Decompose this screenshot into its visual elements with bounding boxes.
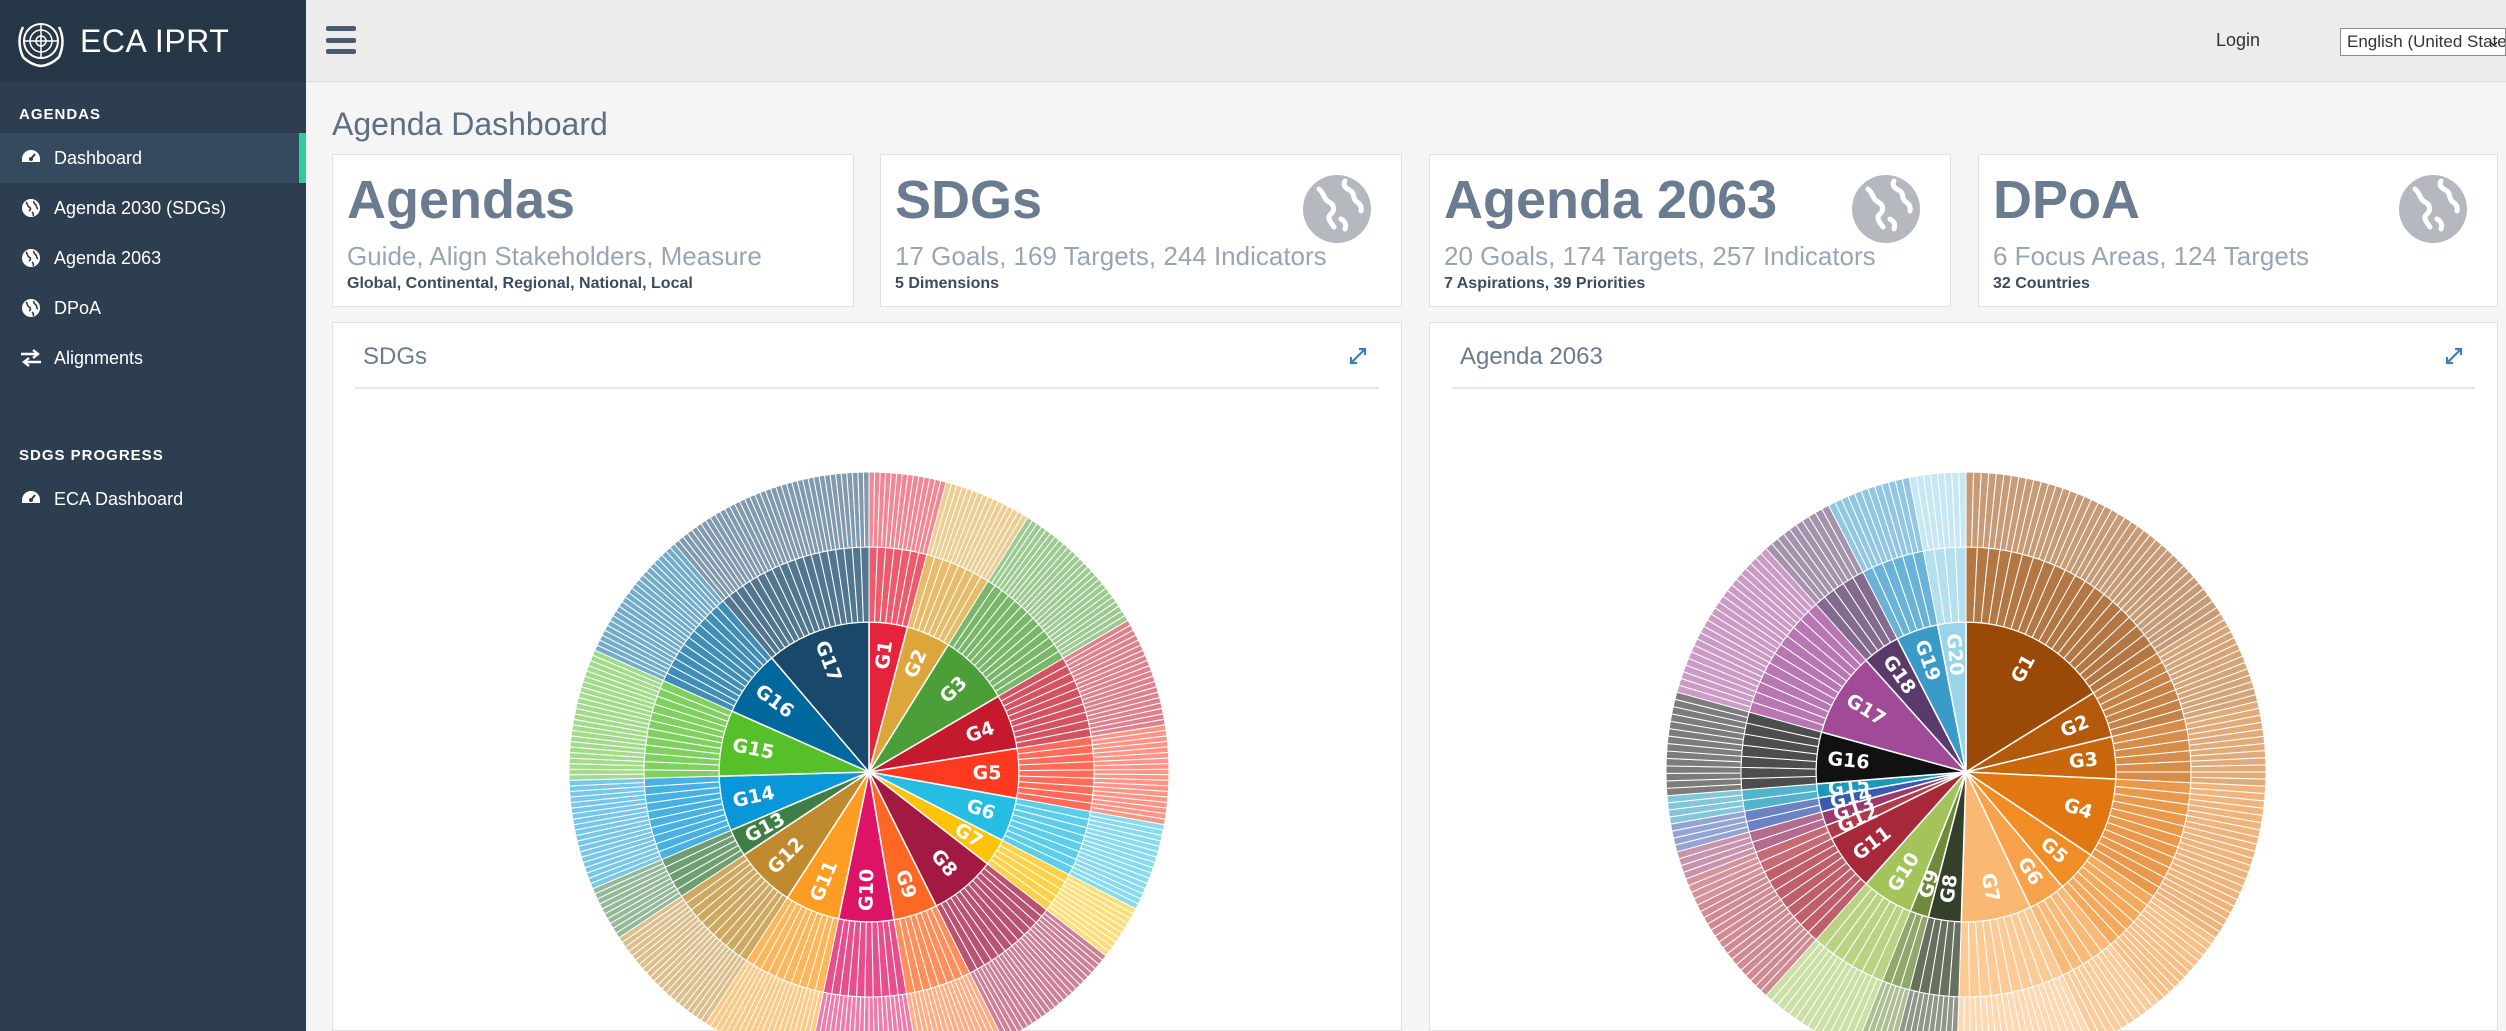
brand-name: ECA IPRT (80, 22, 230, 59)
sidebar-item-label: ECA Dashboard (54, 488, 184, 509)
sidebar-item-label: Alignments (54, 347, 144, 368)
sidebar-item-alignments[interactable]: Alignments (0, 333, 306, 383)
indicator-slice-g17[interactable] (862, 471, 870, 548)
goal-label-g20: G20 (1942, 633, 1968, 677)
sidebar-item-label: Dashboard (54, 147, 143, 168)
expand-icon[interactable] (1347, 345, 1369, 367)
card-subtitle: 17 Goals, 169 Targets, 244 Indicators (895, 241, 1327, 271)
card-subtitle: 20 Goals, 174 Targets, 257 Indicators (1444, 241, 1876, 271)
panel-title: SDGs (363, 343, 428, 370)
sidebar-item-label: DPoA (54, 297, 102, 318)
globe-icon (18, 295, 44, 321)
agenda-2063-sunburst-chart: G1 G2 G3 G4 G5 G6 G7 G8 G9 G10 G11 G12 G13 G14 G15 G16 G… (1430, 389, 2497, 1031)
sdgs-sunburst-svg: G1 G2G3G4G5G6G7G8G9G10G11G12G13G14G15G16G… (568, 471, 1170, 1031)
sidebar-item-dpoa[interactable]: DPoA (0, 283, 306, 333)
globe-icon (2397, 173, 2469, 245)
card-title: SDGs (895, 170, 1043, 230)
indicator-slice-g20[interactable] (1958, 471, 1967, 548)
sidebar-item-label: Agenda 2030 (SDGs) (54, 197, 227, 218)
dashboard-icon (18, 486, 44, 512)
indicator-slice-g3[interactable] (2190, 764, 2267, 773)
card-sdgs[interactable]: SDGs 17 Goals, 169 Targets, 244 Indicato… (880, 154, 1402, 307)
globe-icon (1301, 173, 1373, 245)
card-agenda-2063[interactable]: Agenda 2063 20 Goals, 174 Targets, 257 I… (1429, 154, 1951, 307)
menu-toggle-icon[interactable] (326, 26, 356, 54)
globe-icon (18, 195, 44, 221)
sidebar: ECA IPRT AGENDAS Dashboard Agenda 2030 (… (0, 0, 306, 1031)
panel-agenda-2063: Agenda 2063 G1 G2 G3 G4 G5 G6 G7 G8 G9 G10 G11 G12 G… (1429, 322, 2498, 1031)
card-detail: 7 Aspirations, 39 Priorities (1444, 275, 1646, 292)
card-title: Agendas (347, 170, 576, 230)
globe-icon (18, 245, 44, 271)
app-root: ECA IPRT AGENDAS Dashboard Agenda 2030 (… (0, 0, 2506, 1031)
un-emblem-icon (12, 12, 70, 70)
goal-label-g3: G3 (2068, 748, 2099, 773)
dashboard-icon (18, 145, 44, 171)
panel-title: Agenda 2063 (1460, 343, 1603, 370)
nav-section-agendas: AGENDAS (19, 106, 102, 123)
panel-header: Agenda 2063 (1452, 323, 2475, 389)
sidebar-item-dashboard[interactable]: Dashboard (0, 133, 306, 183)
sidebar-item-agenda-2030[interactable]: Agenda 2030 (SDGs) (0, 183, 306, 233)
card-subtitle: Guide, Align Stakeholders, Measure (347, 241, 762, 271)
agenda-2063-sunburst-svg: G1G2G3G4G5G6G7G8G9G10G11G12G13G14G15G16G… (1665, 471, 2267, 1031)
sidebar-item-agenda-2063[interactable]: Agenda 2063 (0, 233, 306, 283)
globe-icon (1850, 173, 1922, 245)
goal-label-g16: G16 (1827, 748, 1871, 774)
card-detail: 5 Dimensions (895, 275, 1000, 292)
language-select-value: English (United States) (2347, 32, 2506, 51)
login-link[interactable]: Login (2216, 30, 2260, 51)
brand[interactable]: ECA IPRT (0, 0, 306, 82)
chevron-down-icon: ⌄ (2486, 31, 2501, 50)
panel-header: SDGs (355, 323, 1379, 389)
topbar: Login English (United States) ⌄ (306, 0, 2506, 82)
sdgs-sunburst-chart: G1 G2 G3 G4 G5 G6 G7 G8 G9 G10 G11 G12 G13 G14 G15 G16 G… (333, 389, 1401, 1031)
language-select[interactable]: English (United States) ⌄ (2340, 28, 2506, 56)
card-dpoa[interactable]: DPoA 6 Focus Areas, 124 Targets 32 Count… (1978, 154, 2498, 307)
exchange-icon (18, 345, 44, 371)
nav-section-sdgs-progress: SDGS PROGRESS (19, 447, 164, 464)
card-title: Agenda 2063 (1444, 170, 1778, 230)
goal-label-g10: G10 (855, 869, 878, 911)
goal-label-g1: G1 (872, 639, 898, 670)
page-title: Agenda Dashboard (332, 106, 608, 142)
card-title: DPoA (1993, 170, 2140, 230)
card-agendas[interactable]: Agendas Guide, Align Stakeholders, Measu… (332, 154, 854, 307)
goal-label-g5: G5 (972, 762, 1001, 784)
indicator-slice-g7[interactable] (1963, 996, 1971, 1031)
sidebar-item-eca-dashboard[interactable]: ECA Dashboard (0, 474, 306, 524)
card-detail: 32 Countries (1993, 275, 2090, 292)
indicator-slice-g10[interactable] (868, 996, 875, 1031)
card-detail: Global, Continental, Regional, National,… (347, 275, 693, 292)
card-subtitle: 6 Focus Areas, 124 Targets (1993, 241, 2310, 271)
panel-sdgs: SDGs G1 G2 G3 G4 G5 G6 G7 G8 G9 G10 G11 G12 G13 G14 G1… (332, 322, 1402, 1031)
sidebar-item-label: Agenda 2063 (54, 247, 162, 268)
expand-icon[interactable] (2443, 345, 2465, 367)
